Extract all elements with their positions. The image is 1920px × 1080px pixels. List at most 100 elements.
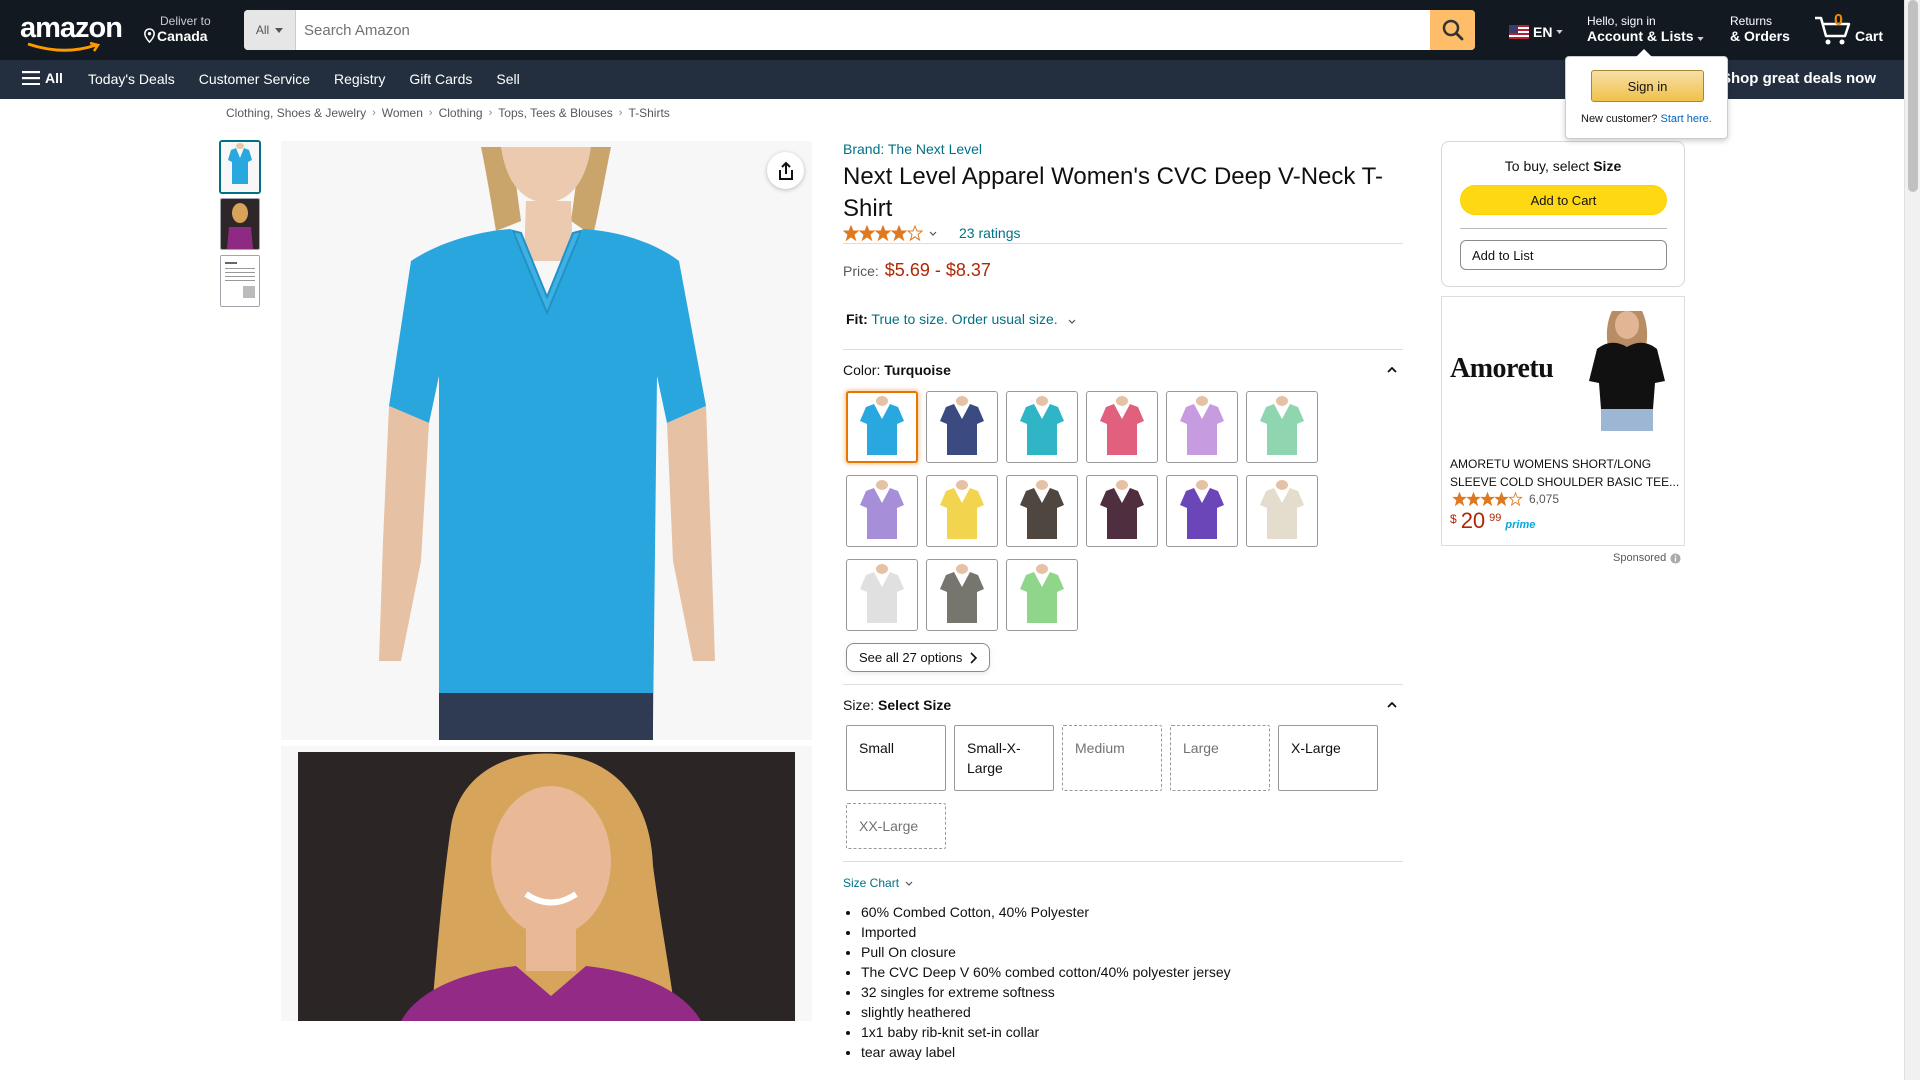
search-category-dropdown[interactable]: All bbox=[244, 10, 296, 50]
color-swatch[interactable] bbox=[846, 391, 918, 463]
nav-link-registry[interactable]: Registry bbox=[334, 71, 385, 87]
size-option[interactable]: Large bbox=[1170, 725, 1270, 791]
nav-link-customer-service[interactable]: Customer Service bbox=[199, 71, 310, 87]
cart[interactable]: 0 Cart bbox=[1813, 10, 1893, 50]
add-to-list-button[interactable]: Add to List bbox=[1460, 240, 1667, 270]
size-option[interactable]: Medium bbox=[1062, 725, 1162, 791]
price-row: Price: $5.69 - $8.37 bbox=[843, 260, 1403, 281]
size-chart-link[interactable]: Size Chart bbox=[843, 876, 1403, 890]
scrollbar-thumb[interactable] bbox=[1908, 0, 1918, 192]
color-swatch[interactable] bbox=[926, 475, 998, 547]
color-swatch[interactable] bbox=[1246, 475, 1318, 547]
star-rating-icon bbox=[1452, 492, 1523, 506]
search-input[interactable] bbox=[296, 10, 1430, 50]
new-customer-label: New customer? bbox=[1581, 113, 1658, 125]
buy-box: To buy, select Size Add to Cart Add to L… bbox=[1441, 141, 1685, 287]
info-icon bbox=[1670, 552, 1681, 564]
shirt-thumbnail-image bbox=[221, 142, 259, 192]
color-swatch[interactable] bbox=[926, 559, 998, 631]
signin-button[interactable]: Sign in bbox=[1591, 70, 1704, 102]
see-all-options-button[interactable]: See all 27 options bbox=[846, 643, 991, 672]
search-bar: All bbox=[244, 10, 1475, 50]
shirt-swatch-image bbox=[1180, 396, 1224, 455]
size-chart-thumbnail-image bbox=[221, 256, 259, 306]
color-swatch[interactable] bbox=[1006, 559, 1078, 631]
color-swatch[interactable] bbox=[1166, 391, 1238, 463]
breadcrumb-item[interactable]: Women bbox=[382, 106, 423, 120]
share-icon bbox=[778, 161, 793, 180]
shirt-swatch-image bbox=[940, 480, 984, 539]
thumbnail-turquoise[interactable] bbox=[220, 141, 260, 193]
location-pin-icon bbox=[144, 28, 155, 43]
color-swatch[interactable] bbox=[846, 475, 918, 547]
page-scrollbar[interactable] bbox=[1904, 0, 1920, 1080]
shirt-swatch-image bbox=[940, 564, 984, 623]
sponsored-text: Sponsored bbox=[1613, 552, 1667, 564]
ad-brand-logo: Amoretu bbox=[1450, 353, 1554, 384]
start-here-link[interactable]: Start here. bbox=[1660, 113, 1711, 125]
size-option[interactable]: Small-X-Large bbox=[954, 725, 1054, 791]
ratings-count-link[interactable]: 23 ratings bbox=[959, 225, 1020, 241]
chevron-up-icon bbox=[1387, 367, 1397, 373]
breadcrumb: Clothing, Shoes & Jewelry › Women › Clothi… bbox=[226, 106, 670, 120]
caret-down-icon bbox=[1697, 37, 1705, 41]
breadcrumb-item[interactable]: Clothing bbox=[439, 106, 483, 120]
nav-link-gift-cards[interactable]: Gift Cards bbox=[409, 71, 472, 87]
turquoise-shirt-image bbox=[281, 141, 812, 740]
returns-label: Returns bbox=[1730, 14, 1773, 28]
product-title: Next Level Apparel Women's CVC Deep V-Ne… bbox=[843, 163, 1383, 222]
search-button[interactable] bbox=[1430, 10, 1475, 50]
color-swatch[interactable] bbox=[846, 559, 918, 631]
account-lists[interactable]: Hello, sign in Account & Lists bbox=[1587, 14, 1705, 44]
sponsored-ad[interactable]: Amoretu AMORETU WOMENS SHORT/LONG SLEEVE… bbox=[1441, 296, 1685, 546]
size-option[interactable]: X-Large bbox=[1278, 725, 1378, 791]
divider bbox=[843, 684, 1403, 685]
nav-promo-link[interactable]: Shop great deals now bbox=[1721, 70, 1876, 87]
account-label: Account & Lists bbox=[1587, 28, 1694, 44]
brand-link[interactable]: Brand: The Next Level bbox=[843, 141, 1403, 157]
nav-link-todays-deals[interactable]: Today's Deals bbox=[88, 71, 175, 87]
cart-count: 0 bbox=[1834, 12, 1843, 29]
color-section-header[interactable]: Color: Turquoise bbox=[843, 362, 1403, 378]
color-swatch[interactable] bbox=[1246, 391, 1318, 463]
ad-product-image bbox=[1589, 311, 1665, 431]
color-swatch[interactable] bbox=[1086, 391, 1158, 463]
breadcrumb-item[interactable]: T-Shirts bbox=[628, 106, 669, 120]
color-swatch[interactable] bbox=[1166, 475, 1238, 547]
ad-title[interactable]: AMORETU WOMENS SHORT/LONG SLEEVE COLD SH… bbox=[1450, 455, 1680, 491]
caret-down-icon bbox=[1556, 30, 1564, 34]
search-category-label: All bbox=[255, 23, 270, 37]
thumbnail-size-chart[interactable] bbox=[220, 255, 260, 307]
size-option[interactable]: XX-Large bbox=[846, 803, 946, 849]
fit-value: True to size. Order usual size. bbox=[871, 311, 1058, 327]
breadcrumb-item[interactable]: Tops, Tees & Blouses bbox=[498, 106, 613, 120]
size-section-header[interactable]: Size: Select Size bbox=[843, 697, 1403, 713]
size-selected-value: Select Size bbox=[878, 697, 952, 713]
thumbnail-purple[interactable] bbox=[220, 198, 260, 250]
chevron-right-icon bbox=[970, 651, 978, 664]
share-button[interactable] bbox=[767, 152, 804, 189]
deliver-to[interactable]: Deliver to Canada bbox=[142, 14, 211, 43]
color-swatch[interactable] bbox=[1086, 475, 1158, 547]
color-swatch[interactable] bbox=[1006, 391, 1078, 463]
size-chart-label: Size Chart bbox=[843, 876, 900, 890]
breadcrumb-item[interactable]: Clothing, Shoes & Jewelry bbox=[226, 106, 366, 120]
fit-row[interactable]: Fit: True to size. Order usual size. bbox=[843, 311, 1403, 327]
feature-bullet: 1x1 baby rib-knit set-in collar bbox=[861, 1022, 1403, 1042]
returns-orders[interactable]: Returns & Orders bbox=[1730, 14, 1790, 44]
amazon-logo[interactable]: amazon bbox=[20, 12, 123, 52]
shirt-swatch-image bbox=[940, 396, 984, 455]
main-product-image[interactable] bbox=[281, 141, 812, 740]
size-option[interactable]: Small bbox=[846, 725, 946, 791]
all-menu-button[interactable]: All bbox=[22, 70, 63, 86]
nav-links: Today's Deals Customer Service Registry … bbox=[88, 71, 520, 87]
ad-rating-count: 6,075 bbox=[1529, 492, 1560, 506]
add-to-cart-button[interactable]: Add to Cart bbox=[1460, 185, 1667, 215]
sponsored-label[interactable]: Sponsored bbox=[1613, 552, 1681, 564]
rating-stars[interactable] bbox=[843, 225, 937, 241]
secondary-product-image[interactable] bbox=[281, 746, 812, 1021]
nav-link-sell[interactable]: Sell bbox=[496, 71, 519, 87]
language-selector[interactable]: EN bbox=[1509, 24, 1564, 40]
color-swatch[interactable] bbox=[926, 391, 998, 463]
color-swatch[interactable] bbox=[1006, 475, 1078, 547]
